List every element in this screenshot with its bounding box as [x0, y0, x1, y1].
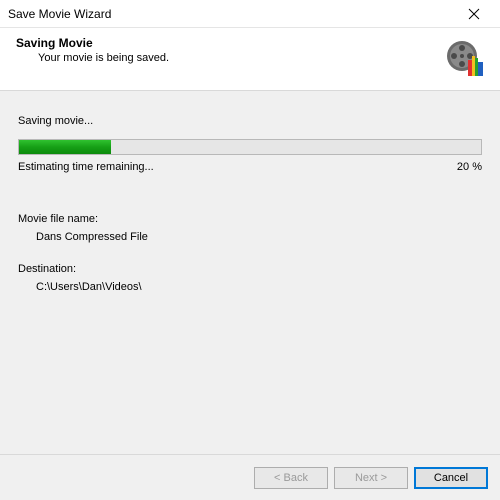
wizard-header-text: Saving Movie Your movie is being saved. [16, 36, 436, 64]
progress-bar-fill [19, 140, 111, 154]
file-name-value: Dans Compressed File [36, 231, 482, 243]
wizard-step-subtitle: Your movie is being saved. [38, 52, 436, 64]
destination-label: Destination: [18, 263, 482, 275]
save-movie-wizard-window: Save Movie Wizard Saving Movie Your movi… [0, 0, 500, 500]
next-button: Next > [334, 467, 408, 489]
eta-label: Estimating time remaining... [18, 161, 154, 173]
file-info-block: Movie file name: Dans Compressed File De… [18, 213, 482, 293]
saving-status-label: Saving movie... [18, 115, 482, 127]
cancel-button[interactable]: Cancel [414, 467, 488, 489]
film-reel-icon [444, 36, 488, 80]
close-icon [468, 8, 480, 20]
wizard-footer: < Back Next > Cancel [0, 454, 500, 500]
progress-bar [18, 139, 482, 155]
back-button: < Back [254, 467, 328, 489]
wizard-header: Saving Movie Your movie is being saved. [0, 28, 500, 91]
wizard-step-title: Saving Movie [16, 36, 436, 50]
titlebar: Save Movie Wizard [0, 0, 500, 28]
wizard-body: Saving movie... Estimating time remainin… [0, 91, 500, 454]
percent-label: 20 % [457, 161, 482, 173]
window-title: Save Movie Wizard [8, 7, 454, 21]
close-button[interactable] [454, 2, 494, 26]
destination-value: C:\Users\Dan\Videos\ [36, 281, 482, 293]
progress-text-row: Estimating time remaining... 20 % [18, 161, 482, 173]
file-name-label: Movie file name: [18, 213, 482, 225]
